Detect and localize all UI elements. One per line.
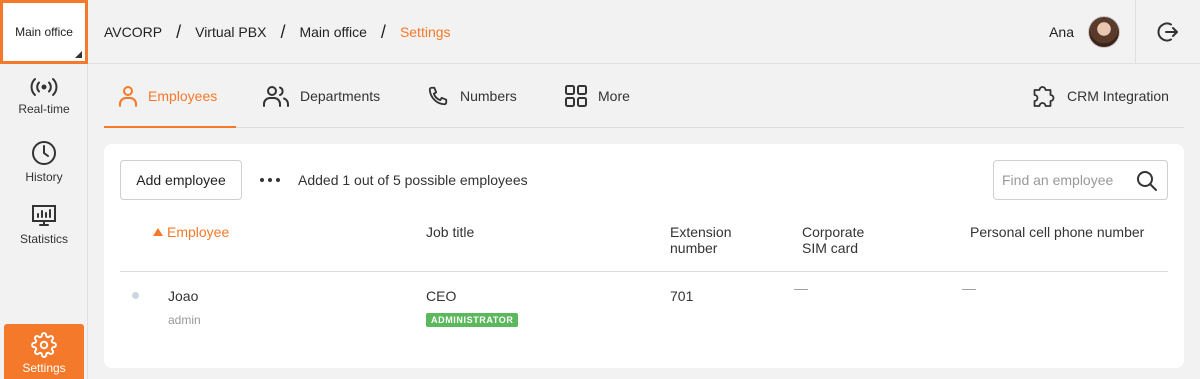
broadcast-icon <box>30 78 58 96</box>
people-icon <box>263 86 289 107</box>
employee-login: admin <box>168 313 201 327</box>
employee-extension: 701 <box>670 288 694 304</box>
sidebar-item-realtime[interactable]: Real-time <box>0 76 88 136</box>
add-employee-button[interactable]: Add employee <box>120 160 242 200</box>
tab-label: Departments <box>300 88 381 104</box>
clock-icon <box>32 141 56 165</box>
breadcrumb-separator: / <box>176 21 182 42</box>
top-header: AVCORP / Virtual PBX / Main office / Set… <box>88 0 1200 64</box>
search-box <box>993 160 1168 200</box>
more-actions-icon[interactable] <box>260 172 280 188</box>
tab-employees[interactable]: Employees <box>118 64 217 128</box>
person-icon <box>119 86 137 107</box>
sidebar-item-settings[interactable]: Settings <box>4 324 84 379</box>
table-row[interactable]: Joao admin CEO ADMINISTRATOR 701 — — <box>120 272 1168 336</box>
office-selector-label: Main office <box>15 25 73 39</box>
breadcrumb-separator: / <box>280 21 286 42</box>
tab-label: Employees <box>148 88 218 104</box>
column-header-employee[interactable]: Employee <box>153 224 229 240</box>
employee-job-title: CEO <box>426 288 457 304</box>
tab-bar: Employees Departments Numbers More CRM I… <box>104 64 1184 128</box>
user-name: Ana <box>1049 24 1074 40</box>
logout-icon[interactable] <box>1156 20 1180 44</box>
sidebar-item-label: Settings <box>22 361 66 375</box>
status-dot-icon <box>132 292 139 299</box>
grid-icon <box>565 85 587 107</box>
column-header-label: number <box>670 240 718 256</box>
tab-departments[interactable]: Departments <box>262 64 380 128</box>
search-icon[interactable] <box>1136 170 1158 192</box>
sidebar-item-label: History <box>25 170 63 184</box>
user-menu[interactable]: Ana <box>1049 12 1120 52</box>
sidebar-item-statistics[interactable]: Statistics <box>0 204 88 264</box>
employee-personal-phone: — <box>962 280 976 296</box>
column-header-label: Personal cell phone number <box>970 224 1145 240</box>
puzzle-icon <box>1033 86 1055 107</box>
column-header-label: Corporate <box>802 224 865 240</box>
office-selector-button[interactable]: Main office <box>0 0 88 64</box>
column-header-job-title: Job title <box>426 224 474 240</box>
column-header-label: SIM card <box>802 240 859 256</box>
employee-count-text: Added 1 out of 5 possible employees <box>298 172 528 188</box>
sidebar-item-label: Real-time <box>18 102 70 116</box>
tab-label: More <box>598 88 630 104</box>
breadcrumb-item[interactable]: Main office <box>299 24 366 40</box>
breadcrumb: AVCORP / Virtual PBX / Main office / Set… <box>104 0 451 64</box>
employee-sim: — <box>794 280 808 296</box>
role-badge: ADMINISTRATOR <box>426 313 519 327</box>
avatar <box>1088 16 1120 48</box>
tab-label: CRM Integration <box>1067 88 1169 104</box>
column-header-label: Extension <box>670 224 732 240</box>
dropdown-corner-icon <box>75 51 82 58</box>
column-header-label: Employee <box>167 224 230 240</box>
active-tab-indicator <box>104 126 236 128</box>
gear-icon <box>31 332 57 358</box>
column-header-label: Job title <box>426 224 475 240</box>
column-header-extension: Extension number <box>670 224 731 256</box>
sort-ascending-icon <box>153 228 163 236</box>
breadcrumb-item[interactable]: AVCORP <box>104 24 162 40</box>
column-header-sim: Corporate SIM card <box>802 224 864 256</box>
employee-name: Joao <box>168 288 199 304</box>
sidebar-item-history[interactable]: History <box>0 140 88 200</box>
tab-more[interactable]: More <box>564 64 630 128</box>
phone-icon <box>428 86 448 106</box>
header-divider <box>1135 0 1136 64</box>
tab-label: Numbers <box>460 88 517 104</box>
employees-panel: Add employee Added 1 out of 5 possible e… <box>104 144 1184 368</box>
sidebar-item-label: Statistics <box>19 232 68 246</box>
column-header-personal-phone: Personal cell phone number <box>970 224 1144 240</box>
tab-numbers[interactable]: Numbers <box>426 64 517 128</box>
sidebar: Main office Real-time History Statistics <box>0 0 88 379</box>
chart-icon <box>32 205 56 226</box>
breadcrumb-item[interactable]: Virtual PBX <box>195 24 266 40</box>
crm-integration-link[interactable]: CRM Integration <box>1030 64 1169 128</box>
search-input[interactable] <box>1002 161 1132 199</box>
breadcrumb-separator: / <box>380 21 386 42</box>
breadcrumb-current: Settings <box>399 24 451 40</box>
